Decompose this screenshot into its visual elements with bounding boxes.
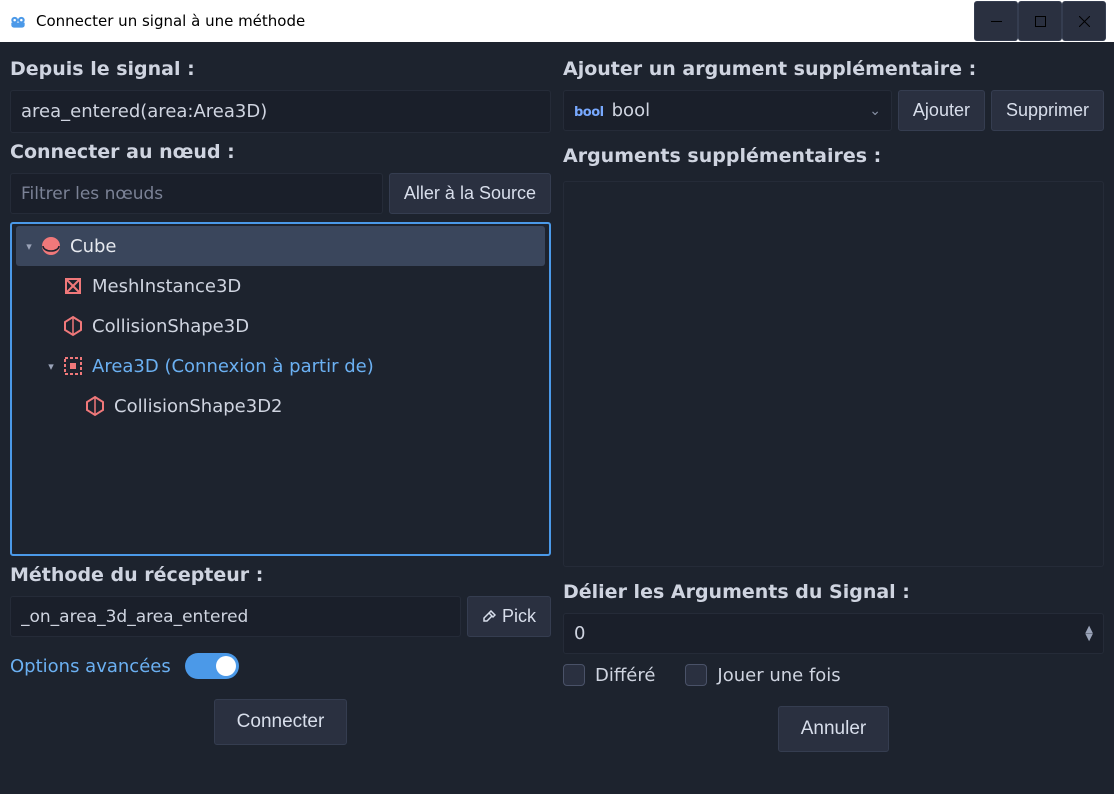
- advanced-options-link[interactable]: Options avancées: [10, 656, 171, 677]
- tree-node-label: MeshInstance3D: [92, 276, 241, 297]
- window-title: Connecter un signal à une méthode: [36, 12, 974, 30]
- receiver-method-input[interactable]: [10, 596, 461, 637]
- one-shot-label: Jouer une fois: [717, 665, 840, 686]
- receiver-method-label: Méthode du récepteur :: [10, 564, 551, 586]
- chevron-down-icon: ⌄: [869, 103, 881, 119]
- chevron-down-icon[interactable]: ▾: [44, 359, 58, 373]
- pick-button[interactable]: Pick: [467, 596, 551, 637]
- window-minimize-button[interactable]: [974, 1, 1018, 41]
- deferred-checkbox[interactable]: Différé: [563, 664, 655, 686]
- tree-node-label: Cube: [70, 236, 116, 257]
- connect-to-node-label: Connecter au nœud :: [10, 141, 551, 163]
- window-maximize-button[interactable]: [1018, 1, 1062, 41]
- add-arg-button[interactable]: Ajouter: [898, 90, 985, 131]
- remove-arg-button[interactable]: Supprimer: [991, 90, 1104, 131]
- add-extra-arg-label: Ajouter un argument supplémentaire :: [563, 58, 1104, 80]
- eyedropper-icon: [482, 610, 496, 624]
- window-close-button[interactable]: [1062, 1, 1106, 41]
- meshinstance3d-icon: [62, 275, 84, 297]
- tree-node-label: CollisionShape3D: [92, 316, 249, 337]
- unbind-count-spinner[interactable]: 0 ▲▼: [563, 613, 1104, 654]
- filter-nodes-input[interactable]: [10, 173, 383, 214]
- bool-type-icon: bool: [574, 105, 604, 120]
- chevron-down-icon[interactable]: ▾: [22, 239, 36, 253]
- node-tree[interactable]: ▾ Cube MeshInstance3D CollisionShape3D ▾: [10, 222, 551, 556]
- spinner-arrows-icon[interactable]: ▲▼: [1085, 626, 1093, 642]
- deferred-label: Différé: [595, 665, 655, 686]
- arg-type-value: bool: [612, 100, 650, 121]
- tree-node-collisionshape3d2[interactable]: CollisionShape3D2: [16, 386, 545, 426]
- pick-button-label: Pick: [502, 606, 536, 627]
- checkbox-box-icon: [563, 664, 585, 686]
- area3d-icon: [62, 355, 84, 377]
- advanced-toggle[interactable]: [185, 653, 239, 679]
- left-column: Depuis le signal : area_entered(area:Are…: [10, 50, 551, 752]
- godot-logo-icon: [8, 11, 28, 31]
- tree-node-cube[interactable]: ▾ Cube: [16, 226, 545, 266]
- tree-node-area3d[interactable]: ▾ Area3D (Connexion à partir de): [16, 346, 545, 386]
- checkbox-box-icon: [685, 664, 707, 686]
- tree-node-label: CollisionShape3D2: [114, 396, 283, 417]
- tree-node-meshinstance3d[interactable]: MeshInstance3D: [16, 266, 545, 306]
- tree-node-collisionshape3d[interactable]: CollisionShape3D: [16, 306, 545, 346]
- cancel-button[interactable]: Annuler: [778, 706, 890, 752]
- node3d-icon: [40, 235, 62, 257]
- go-to-source-button[interactable]: Aller à la Source: [389, 173, 551, 214]
- tree-node-label: Area3D (Connexion à partir de): [92, 356, 374, 377]
- from-signal-field: area_entered(area:Area3D): [10, 90, 551, 133]
- window-titlebar: Connecter un signal à une méthode: [0, 0, 1114, 42]
- arg-type-select[interactable]: bool bool ⌄: [563, 90, 892, 131]
- one-shot-checkbox[interactable]: Jouer une fois: [685, 664, 840, 686]
- extra-args-list[interactable]: [563, 181, 1104, 567]
- extra-args-label: Arguments supplémentaires :: [563, 145, 1104, 167]
- collisionshape3d-icon: [62, 315, 84, 337]
- right-column: Ajouter un argument supplémentaire : boo…: [563, 50, 1104, 752]
- collisionshape3d-icon: [84, 395, 106, 417]
- from-signal-label: Depuis le signal :: [10, 58, 551, 80]
- unbind-count-value: 0: [574, 623, 585, 644]
- connect-button[interactable]: Connecter: [214, 699, 348, 745]
- unbind-args-label: Délier les Arguments du Signal :: [563, 581, 1104, 603]
